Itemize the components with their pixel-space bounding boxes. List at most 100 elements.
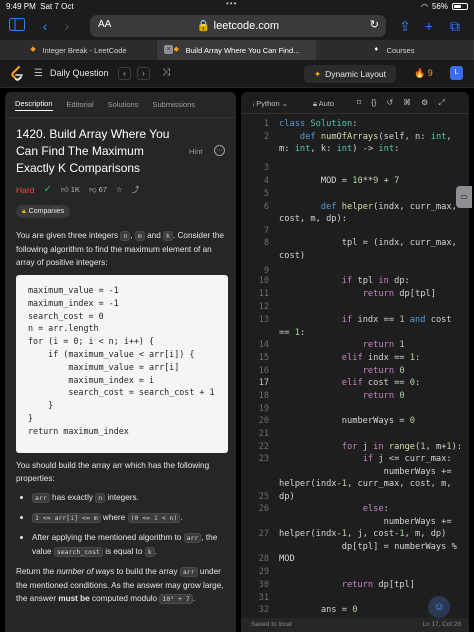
line-number: 18 xyxy=(258,391,269,401)
line-number: 9 xyxy=(263,266,269,276)
prev-problem-button[interactable]: ‹ xyxy=(118,67,131,80)
close-tab-icon[interactable]: × xyxy=(164,45,173,54)
code-line: elif cost == 0: xyxy=(341,378,421,388)
line-number: 3 xyxy=(263,163,269,173)
share-link-icon[interactable]: ⤴ xyxy=(132,184,140,195)
code-line: def helper(indx, curr_max, xyxy=(320,202,457,212)
dynamic-layout-button[interactable]: ✦ Dynamic Layout xyxy=(304,65,396,83)
tabs-overview-icon[interactable]: ⧉ xyxy=(446,17,464,35)
line-number: 8 xyxy=(263,238,269,248)
property-bullet-2: 1 <= arr[i] <= m where (0 <= i < n). xyxy=(16,511,228,525)
code-line: for j in range(1, m+1): xyxy=(341,442,463,452)
new-tab-icon[interactable]: + xyxy=(420,17,438,35)
line-number: 19 xyxy=(258,404,269,414)
line-number: 27 xyxy=(258,529,269,539)
code-line: MOD = 10**9 + 7 xyxy=(279,176,400,186)
line-number: 20 xyxy=(258,416,269,426)
dislike-button[interactable]: 👎︎ 67 xyxy=(89,185,107,195)
lock-icon: 🔒︎ xyxy=(22,208,26,215)
algorithm-code-block: maximum_value = -1 maximum_index = -1 se… xyxy=(16,275,228,453)
cursor-position: Ln 17, Col 28 xyxy=(422,621,461,628)
tab-description[interactable]: Description xyxy=(15,99,53,111)
companies-badge[interactable]: 🔒︎ Companies xyxy=(16,205,71,218)
braces-icon[interactable]: {} xyxy=(371,98,376,108)
wifi-icon: ◠ xyxy=(421,2,428,11)
chevron-down-icon: ⌄ xyxy=(281,99,289,108)
tab-integer-break[interactable]: ◆ Integer Break - LeetCode xyxy=(0,40,158,60)
hint-button[interactable]: Hint xyxy=(189,147,202,156)
streak-counter[interactable]: 🔥 9 xyxy=(414,68,433,79)
code-line-wrap: dp) xyxy=(279,492,295,502)
status-time: 9:49 PM Sat 7 Oct xyxy=(6,2,74,11)
code-line: elif indx == 1: xyxy=(341,353,421,363)
line-number-current: 17 xyxy=(258,378,269,388)
battery-icon xyxy=(452,3,468,10)
courses-favicon: ♦ xyxy=(374,46,379,53)
shuffle-icon[interactable]: ⤨ xyxy=(162,67,170,78)
code-line: dp[tpl] = numberWays % xyxy=(279,542,457,552)
line-number: 25 xyxy=(258,492,269,502)
thumbs-down-icon: 👎︎ xyxy=(88,184,97,194)
code-line: numberWays += xyxy=(279,467,452,477)
description-tabs: Description Editorial Solutions Submissi… xyxy=(5,92,236,118)
star-icon[interactable]: ☆ xyxy=(116,185,123,194)
code-line-wrap: helper(indx-1, j, cost-1, m, dp) xyxy=(279,529,447,539)
tab-submissions[interactable]: Submissions xyxy=(152,100,195,109)
problem-meta: Hard ✓ 👍︎ 1K 👎︎ 67 ☆ ⤴ xyxy=(16,184,139,195)
sidebar-icon[interactable] xyxy=(8,17,26,35)
line-number: 29 xyxy=(258,567,269,577)
back-icon[interactable]: ‹ xyxy=(36,17,54,35)
code-line-wrap: == 1: xyxy=(279,328,306,338)
code-line-wrap: m: int, k: int) -> int: xyxy=(279,144,400,154)
line-number: 30 xyxy=(258,580,269,590)
description-panel: Description Editorial Solutions Submissi… xyxy=(5,92,236,632)
expand-icon[interactable]: ⤢ xyxy=(438,98,444,108)
code-line: if j <= curr_max: xyxy=(362,454,452,464)
line-number: 11 xyxy=(258,289,269,299)
like-button[interactable]: 👍︎ 1K xyxy=(61,185,80,195)
line-number: 6 xyxy=(263,202,269,212)
leetcode-favicon: ◆ xyxy=(30,46,36,53)
chat-icon[interactable]: ☺ xyxy=(428,596,450,618)
problem-list-icon[interactable]: ☰ xyxy=(34,68,43,79)
auto-mode-toggle[interactable]: 🔒︎ Auto xyxy=(313,99,334,109)
hint-icon[interactable]: ⋯ xyxy=(214,145,225,156)
difficulty-badge: Hard xyxy=(16,184,35,195)
tab-bar: ◆ Integer Break - LeetCode × ◆ Build Arr… xyxy=(0,40,474,60)
side-panel-toggle-icon[interactable]: ▭ xyxy=(456,186,472,208)
thumbs-up-icon: 👍︎ xyxy=(60,184,69,194)
bookmark-icon[interactable]: ⌑ xyxy=(357,98,361,108)
reload-icon[interactable]: ↻ xyxy=(370,18,379,31)
share-icon[interactable]: ⇪ xyxy=(396,17,414,35)
forward-icon[interactable]: › xyxy=(58,17,76,35)
code-line: numberWays += xyxy=(279,517,452,527)
multitask-dots[interactable]: ••• xyxy=(226,0,237,8)
return-statement: Return the number of ways to build the a… xyxy=(16,567,224,604)
next-problem-button[interactable]: › xyxy=(137,67,150,80)
avatar[interactable]: L xyxy=(450,66,463,80)
language-select[interactable]: ᵢ Python ⌄ xyxy=(253,99,288,108)
line-number: 21 xyxy=(258,429,269,439)
code-line: return 0 xyxy=(362,391,405,401)
address-bar[interactable]: AA 🔒 leetcode.com ↻ xyxy=(90,15,386,37)
undo-icon[interactable]: ↺ xyxy=(386,98,393,108)
code-line: class Solution: xyxy=(279,119,358,129)
code-line: ans = 0 xyxy=(279,605,358,615)
code-line: return dp[tpl] xyxy=(362,289,436,299)
settings-icon[interactable]: ⚙ xyxy=(421,98,428,108)
leetcode-logo-icon[interactable] xyxy=(10,66,24,82)
shortcut-icon[interactable]: ⌘ xyxy=(403,98,411,108)
property-bullet-1: arr has exactly n integers. xyxy=(16,491,228,505)
property-bullet-3: After applying the mentioned algorithm t… xyxy=(16,531,228,559)
code-editor-panel: ᵢ Python ⌄ 🔒︎ Auto ⌑ {} ↺ ⌘ ⚙ ⤢ 1 2 3 4 … xyxy=(241,92,469,632)
code-line: return 0 xyxy=(362,366,405,376)
tab-editorial[interactable]: Editorial xyxy=(67,100,94,109)
editor-icons: ⌑ {} ↺ ⌘ ⚙ ⤢ xyxy=(357,98,445,108)
tab-build-array[interactable]: × ◆ Build Array Where You Can Find... xyxy=(158,40,316,60)
code-area[interactable]: 1 2 3 4 5 6 7 8 9 10 11 12 13 14 15 16 1… xyxy=(241,114,469,615)
tab-solutions[interactable]: Solutions xyxy=(108,100,139,109)
tab-courses[interactable]: ♦ Courses xyxy=(316,40,474,60)
code-line-wrap: MOD xyxy=(279,554,295,564)
daily-question-link[interactable]: Daily Question xyxy=(50,68,109,78)
solved-check-icon: ✓ xyxy=(43,184,52,195)
